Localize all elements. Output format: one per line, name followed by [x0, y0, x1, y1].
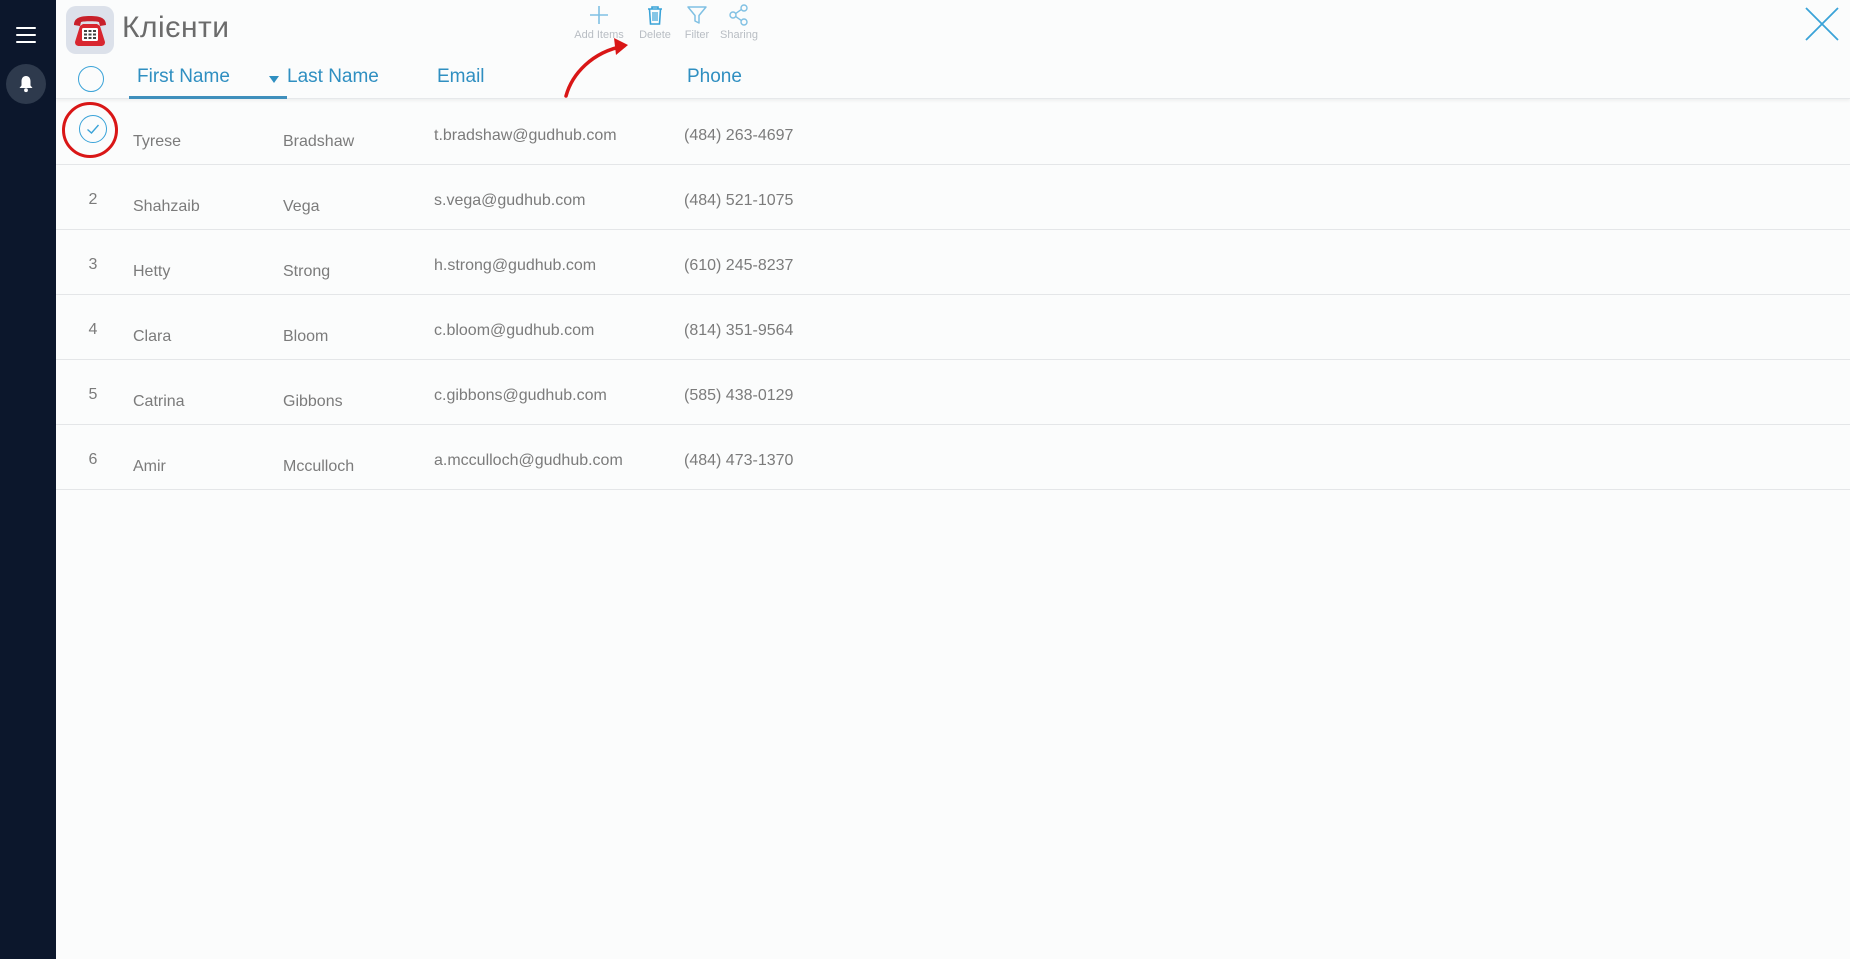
column-header-phone[interactable]: Phone: [687, 66, 742, 88]
sort-desc-icon[interactable]: [269, 76, 279, 83]
row-number: 4: [88, 321, 98, 338]
row-number: 3: [88, 256, 98, 273]
check-icon: [87, 124, 100, 134]
row-number: 2: [88, 191, 98, 208]
bell-icon: [19, 76, 33, 93]
table-row[interactable]: 3 Hetty Strong h.strong@gudhub.com (610)…: [56, 230, 1850, 295]
column-header-email[interactable]: Email: [437, 66, 485, 88]
telephone-icon: [66, 6, 114, 54]
cell-last-name: Mcculloch: [283, 458, 355, 475]
share-icon: [729, 4, 748, 26]
table-row[interactable]: 6 Amir Mcculloch a.mcculloch@gudhub.com …: [56, 425, 1850, 490]
cell-email: t.bradshaw@gudhub.com: [434, 127, 617, 144]
cell-first-name: Tyrese: [133, 133, 182, 150]
cell-last-name: Strong: [283, 263, 331, 280]
cell-email: s.vega@gudhub.com: [434, 192, 586, 209]
cell-last-name: Gibbons: [283, 393, 343, 410]
table-row[interactable]: Tyrese Bradshaw t.bradshaw@gudhub.com (4…: [56, 100, 1850, 165]
cell-first-name: Catrina: [133, 393, 185, 410]
row-number: 6: [88, 451, 98, 468]
cell-phone: (484) 263-4697: [684, 127, 794, 144]
cell-phone: (484) 521-1075: [684, 192, 794, 209]
cell-last-name: Bloom: [283, 328, 329, 345]
column-header-first-name[interactable]: First Name: [129, 66, 287, 99]
cell-phone: (585) 438-0129: [684, 387, 794, 404]
plus-icon: [590, 6, 608, 24]
page-title: Клієнти: [122, 11, 230, 44]
cell-email: h.strong@gudhub.com: [434, 257, 597, 274]
cell-first-name: Clara: [133, 328, 172, 345]
cell-phone: (610) 245-8237: [684, 257, 794, 274]
table-header: First Name Last Name Email Phone: [56, 56, 1850, 99]
cell-email: c.bloom@gudhub.com: [434, 322, 595, 339]
cell-last-name: Vega: [283, 198, 320, 215]
left-sidebar: [0, 0, 56, 959]
table-body: Tyrese Bradshaw t.bradshaw@gudhub.com (4…: [56, 100, 1850, 490]
cell-first-name: Amir: [133, 458, 166, 475]
column-header-last-name[interactable]: Last Name: [287, 66, 379, 88]
row-checkbox[interactable]: [79, 115, 107, 143]
add-items-label: Add Items: [574, 29, 624, 41]
filter-icon: [687, 6, 707, 24]
menu-icon[interactable]: [16, 27, 36, 43]
close-icon: [1805, 7, 1839, 41]
close-button[interactable]: [1804, 6, 1840, 42]
notifications-button[interactable]: [6, 64, 46, 104]
trash-icon: [648, 6, 662, 25]
select-all-checkbox[interactable]: [78, 66, 104, 92]
table-row[interactable]: 5 Catrina Gibbons c.gibbons@gudhub.com (…: [56, 360, 1850, 425]
cell-phone: (814) 351-9564: [684, 322, 794, 339]
add-items-button[interactable]: Add Items: [569, 4, 629, 41]
cell-phone: (484) 473-1370: [684, 452, 794, 469]
cell-email: c.gibbons@gudhub.com: [434, 387, 607, 404]
table-row[interactable]: 2 Shahzaib Vega s.vega@gudhub.com (484) …: [56, 165, 1850, 230]
cell-first-name: Shahzaib: [133, 198, 200, 215]
cell-first-name: Hetty: [133, 263, 171, 280]
row-number: 5: [88, 386, 98, 403]
sharing-button[interactable]: Sharing: [709, 4, 769, 41]
sharing-label: Sharing: [720, 29, 758, 41]
cell-last-name: Bradshaw: [283, 133, 355, 150]
table-row[interactable]: 4 Clara Bloom c.bloom@gudhub.com (814) 3…: [56, 295, 1850, 360]
cell-email: a.mcculloch@gudhub.com: [434, 452, 623, 469]
filter-label: Filter: [684, 29, 710, 41]
